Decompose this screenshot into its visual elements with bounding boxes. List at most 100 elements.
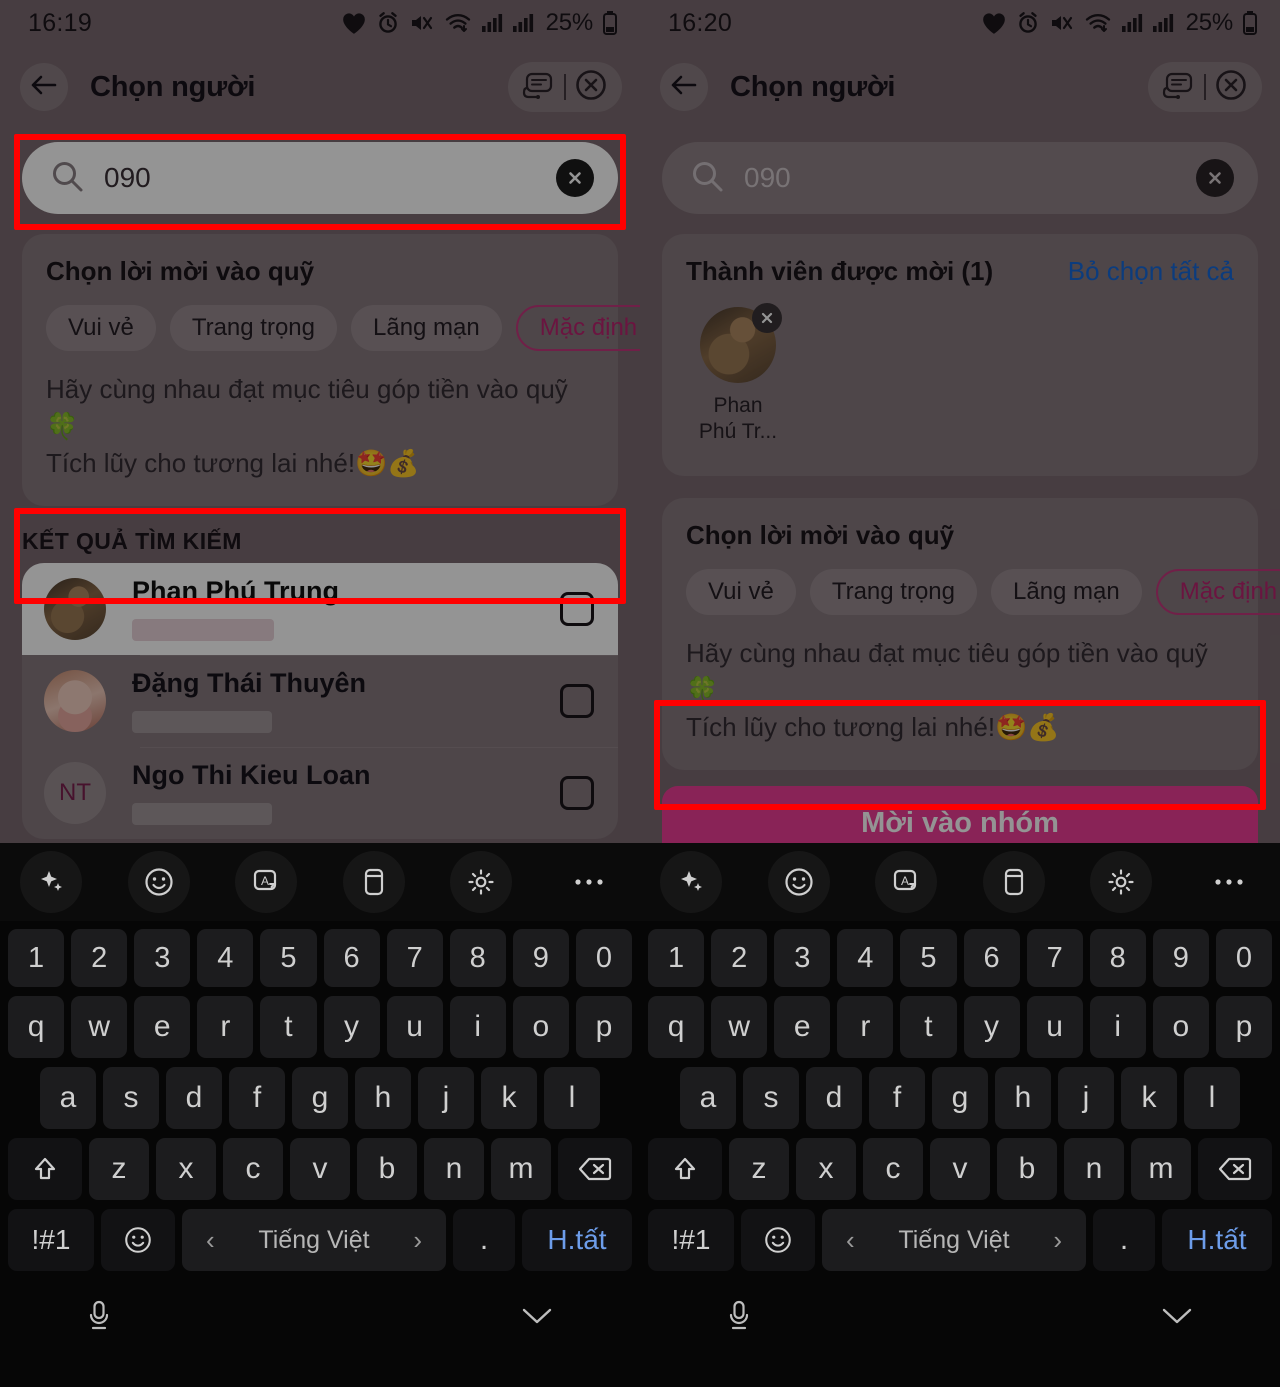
key-s[interactable]: s	[743, 1067, 799, 1129]
key-q[interactable]: q	[648, 996, 705, 1058]
key-k[interactable]: k	[1121, 1067, 1177, 1129]
key-5[interactable]: 5	[260, 929, 317, 987]
key-b[interactable]: b	[357, 1138, 417, 1200]
key-o[interactable]: o	[1152, 996, 1209, 1058]
key-0[interactable]: 0	[1215, 929, 1272, 987]
key-period[interactable]: .	[1093, 1209, 1155, 1271]
key-j[interactable]: j	[1058, 1067, 1114, 1129]
key-y[interactable]: y	[323, 996, 380, 1058]
key-i[interactable]: i	[1089, 996, 1146, 1058]
key-3[interactable]: 3	[134, 929, 191, 987]
tone-chip-mac-dinh[interactable]: Mặc định	[1155, 568, 1280, 615]
key-x[interactable]: x	[156, 1138, 216, 1200]
backspace-icon[interactable]	[1198, 1138, 1272, 1200]
key-v[interactable]: v	[930, 1138, 990, 1200]
search-input[interactable]: 090	[22, 142, 618, 214]
key-a[interactable]: a	[40, 1067, 96, 1129]
spacebar[interactable]: ‹ Tiếng Việt ›	[182, 1209, 446, 1271]
key-g[interactable]: g	[932, 1067, 988, 1129]
table-row[interactable]: NT Ngo Thi Kieu Loan	[22, 746, 618, 839]
headset-icon[interactable]	[1162, 70, 1196, 105]
symbols-key[interactable]: !#1	[8, 1209, 94, 1271]
key-9[interactable]: 9	[512, 929, 569, 987]
key-v[interactable]: v	[290, 1138, 350, 1200]
tone-chip-trang-trong[interactable]: Trang trọng	[169, 305, 337, 351]
translate-icon[interactable]: A	[875, 851, 938, 913]
key-l[interactable]: l	[1184, 1067, 1240, 1129]
emoji-icon[interactable]	[127, 851, 190, 913]
contact-checkbox[interactable]	[560, 591, 594, 626]
key-d[interactable]: d	[166, 1067, 222, 1129]
table-row[interactable]: Phan Phú Trung	[22, 562, 618, 655]
tone-chip-lang-man[interactable]: Lãng mạn	[351, 305, 502, 351]
key-8[interactable]: 8	[1089, 929, 1146, 987]
key-k[interactable]: k	[481, 1067, 537, 1129]
key-m[interactable]: m	[1131, 1138, 1191, 1200]
key-o[interactable]: o	[512, 996, 569, 1058]
key-w[interactable]: w	[711, 996, 768, 1058]
key-b[interactable]: b	[997, 1138, 1057, 1200]
key-r[interactable]: r	[197, 996, 254, 1058]
key-2[interactable]: 2	[71, 929, 128, 987]
key-3[interactable]: 3	[774, 929, 831, 987]
key-6[interactable]: 6	[963, 929, 1020, 987]
chevron-down-icon[interactable]	[1160, 1305, 1194, 1332]
key-6[interactable]: 6	[323, 929, 380, 987]
key-c[interactable]: c	[223, 1138, 283, 1200]
key-h[interactable]: h	[995, 1067, 1051, 1129]
table-row[interactable]: Đặng Thái Thuyên	[22, 654, 618, 747]
shift-icon[interactable]	[8, 1138, 82, 1200]
next-language-icon[interactable]: ›	[413, 1225, 422, 1256]
key-l[interactable]: l	[544, 1067, 600, 1129]
prev-language-icon[interactable]: ‹	[846, 1225, 855, 1256]
done-key[interactable]: H.tất	[522, 1209, 632, 1271]
key-f[interactable]: f	[229, 1067, 285, 1129]
key-e[interactable]: e	[134, 996, 191, 1058]
done-key[interactable]: H.tất	[1162, 1209, 1272, 1271]
key-t[interactable]: t	[260, 996, 317, 1058]
key-1[interactable]: 1	[8, 929, 65, 987]
key-period[interactable]: .	[453, 1209, 515, 1271]
key-j[interactable]: j	[418, 1067, 474, 1129]
clipboard-icon[interactable]	[342, 851, 405, 913]
key-n[interactable]: n	[1064, 1138, 1124, 1200]
key-r[interactable]: r	[837, 996, 894, 1058]
shift-icon[interactable]	[648, 1138, 722, 1200]
key-a[interactable]: a	[680, 1067, 736, 1129]
key-1[interactable]: 1	[648, 929, 705, 987]
key-n[interactable]: n	[424, 1138, 484, 1200]
contact-checkbox[interactable]	[560, 683, 594, 718]
key-7[interactable]: 7	[386, 929, 443, 987]
tone-chip-trang-trong[interactable]: Trang trọng	[809, 568, 977, 615]
settings-icon[interactable]	[450, 851, 513, 913]
backspace-icon[interactable]	[558, 1138, 632, 1200]
key-s[interactable]: s	[103, 1067, 159, 1129]
key-e[interactable]: e	[774, 996, 831, 1058]
key-m[interactable]: m	[491, 1138, 551, 1200]
more-icon[interactable]	[1198, 851, 1260, 913]
prev-language-icon[interactable]: ‹	[206, 1225, 215, 1256]
more-icon[interactable]	[558, 851, 620, 913]
tone-chip-vui-ve[interactable]: Vui vẻ	[686, 568, 796, 615]
tone-chip-vui-ve[interactable]: Vui vẻ	[46, 305, 156, 351]
microphone-icon[interactable]	[86, 1299, 112, 1338]
key-4[interactable]: 4	[197, 929, 254, 987]
key-7[interactable]: 7	[1026, 929, 1083, 987]
clear-icon[interactable]	[556, 159, 594, 197]
headset-icon[interactable]	[522, 70, 556, 105]
symbols-key[interactable]: !#1	[648, 1209, 734, 1271]
chevron-down-icon[interactable]	[520, 1305, 554, 1332]
key-t[interactable]: t	[900, 996, 957, 1058]
key-p[interactable]: p	[1215, 996, 1272, 1058]
emoji-icon[interactable]	[741, 1209, 815, 1271]
key-p[interactable]: p	[575, 996, 632, 1058]
settings-icon[interactable]	[1090, 851, 1153, 913]
key-9[interactable]: 9	[1152, 929, 1209, 987]
key-c[interactable]: c	[863, 1138, 923, 1200]
key-h[interactable]: h	[355, 1067, 411, 1129]
key-g[interactable]: g	[292, 1067, 348, 1129]
microphone-icon[interactable]	[726, 1299, 752, 1338]
sparkle-icon[interactable]	[660, 851, 722, 913]
key-4[interactable]: 4	[837, 929, 894, 987]
deselect-all-link[interactable]: Bỏ chọn tất cả	[1068, 256, 1234, 287]
